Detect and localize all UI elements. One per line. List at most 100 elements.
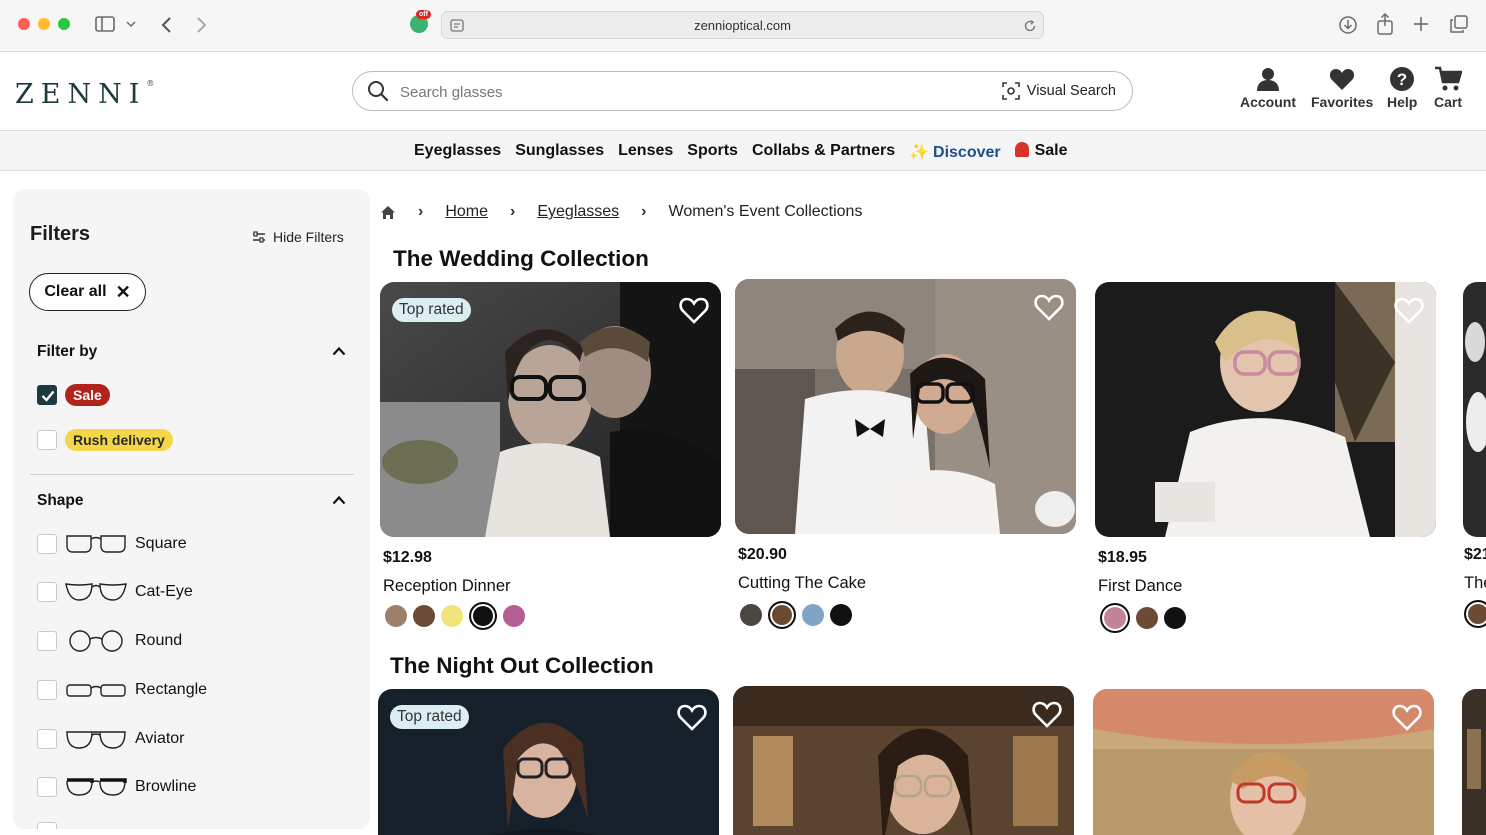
checkbox[interactable]: [37, 631, 57, 651]
chevron-down-icon[interactable]: [126, 21, 136, 28]
product-card[interactable]: [733, 686, 1074, 835]
extension-icon[interactable]: off: [410, 10, 431, 33]
product-price: $12.98: [383, 549, 432, 566]
checkbox[interactable]: [37, 777, 57, 797]
product-card[interactable]: Top rated $12.98 Reception Dinner: [380, 282, 721, 630]
shape-option-browline[interactable]: Browline: [37, 774, 196, 800]
product-photo[interactable]: [1095, 282, 1436, 537]
minimize-window-button[interactable]: [38, 18, 50, 30]
cat-eye-frame-icon: [65, 583, 127, 601]
account-button[interactable]: Account: [1240, 66, 1296, 110]
checkbox[interactable]: [37, 822, 57, 829]
nav-lenses[interactable]: Lenses: [618, 142, 673, 162]
downloads-icon[interactable]: [1338, 15, 1358, 35]
aviator-frame-icon: [66, 731, 126, 749]
search-input[interactable]: [400, 81, 960, 103]
product-card[interactable]: $20.90 Cutting The Cake: [735, 279, 1076, 629]
product-name[interactable]: The: [1464, 574, 1486, 593]
color-swatch-selected[interactable]: [1100, 603, 1130, 633]
rectangle-frame-icon: [66, 684, 126, 697]
zoom-window-button[interactable]: [58, 18, 70, 30]
color-swatch[interactable]: [1136, 607, 1158, 629]
product-photo[interactable]: Top rated: [380, 282, 721, 537]
color-swatch-selected[interactable]: [469, 602, 497, 630]
color-swatch[interactable]: [441, 605, 463, 627]
rush-delivery-checkbox[interactable]: [37, 430, 57, 450]
product-photo[interactable]: [1093, 689, 1434, 835]
product-name[interactable]: Cutting The Cake: [738, 574, 866, 593]
color-swatch[interactable]: [413, 605, 435, 627]
color-swatch[interactable]: [385, 605, 407, 627]
round-frame-icon: [69, 630, 123, 652]
back-icon[interactable]: [160, 16, 172, 34]
product-name[interactable]: First Dance: [1098, 577, 1182, 596]
new-tab-icon[interactable]: [1413, 16, 1429, 32]
product-name[interactable]: Reception Dinner: [383, 577, 511, 596]
nav-eyeglasses[interactable]: Eyeglasses: [414, 142, 501, 162]
close-window-button[interactable]: [18, 18, 30, 30]
product-photo[interactable]: [735, 279, 1076, 534]
shape-option-rectangle[interactable]: Rectangle: [37, 677, 207, 703]
hide-filters-button[interactable]: Hide Filters: [252, 229, 344, 245]
cart-button[interactable]: Cart: [1434, 66, 1462, 110]
product-card[interactable]: [1462, 689, 1486, 835]
checkbox[interactable]: [37, 534, 57, 554]
color-swatch-selected[interactable]: [768, 601, 796, 629]
address-bar[interactable]: zennioptical.com: [441, 11, 1044, 39]
favorite-heart-icon[interactable]: [679, 296, 709, 324]
visual-search-button[interactable]: Visual Search: [1001, 82, 1116, 100]
shape-option-round[interactable]: Round: [37, 628, 182, 654]
favorite-heart-icon[interactable]: [1034, 293, 1064, 321]
product-card[interactable]: Top rated: [378, 689, 719, 835]
checkbox[interactable]: [37, 582, 57, 602]
reload-icon[interactable]: [1023, 19, 1037, 33]
nav-sports[interactable]: Sports: [687, 142, 738, 162]
product-photo[interactable]: Top rated: [378, 689, 719, 835]
favorite-heart-icon[interactable]: [1032, 700, 1062, 728]
product-price: $18.95: [1098, 549, 1147, 566]
forward-icon[interactable]: [196, 16, 208, 34]
favorites-button[interactable]: Favorites: [1311, 66, 1373, 110]
checkbox[interactable]: [37, 680, 57, 700]
color-swatch[interactable]: [802, 604, 824, 626]
zenni-logo[interactable]: ZENNI®: [15, 79, 154, 110]
shape-option-square[interactable]: Square: [37, 531, 187, 557]
breadcrumb-home-link[interactable]: Home: [445, 203, 488, 221]
rush-delivery-tag: Rush delivery: [65, 429, 173, 451]
nav-sunglasses[interactable]: Sunglasses: [515, 142, 604, 162]
color-swatch[interactable]: [830, 604, 852, 626]
color-swatch[interactable]: [740, 604, 762, 626]
home-icon[interactable]: [380, 205, 396, 220]
shape-option-aviator[interactable]: Aviator: [37, 726, 185, 752]
nav-discover[interactable]: ✨ Discover: [909, 142, 1001, 162]
favorite-heart-icon[interactable]: [677, 703, 707, 731]
search-bar[interactable]: Visual Search: [352, 71, 1133, 111]
sidebar-toggle-icon[interactable]: [95, 16, 115, 32]
chevron-up-icon[interactable]: [332, 495, 346, 505]
product-card[interactable]: $18.95 First Dance: [1095, 282, 1436, 633]
cart-icon: [1435, 66, 1462, 91]
clear-all-label: Clear all: [44, 283, 107, 300]
favorite-heart-icon[interactable]: [1392, 703, 1422, 731]
chevron-up-icon[interactable]: [332, 346, 346, 356]
product-photo[interactable]: [733, 686, 1074, 835]
color-swatch[interactable]: [503, 605, 525, 627]
favorite-heart-icon[interactable]: [1394, 296, 1424, 324]
breadcrumb-eyeglasses-link[interactable]: Eyeglasses: [537, 203, 619, 221]
share-icon[interactable]: [1376, 13, 1394, 35]
product-card[interactable]: [1093, 689, 1434, 835]
nav-sale[interactable]: Sale: [1014, 142, 1068, 162]
nav-collabs[interactable]: Collabs & Partners: [752, 142, 895, 162]
help-button[interactable]: ? Help: [1387, 66, 1417, 110]
product-photo[interactable]: [1462, 689, 1486, 835]
product-photo[interactable]: [1463, 282, 1486, 537]
tab-overview-icon[interactable]: [1450, 15, 1468, 33]
color-swatch[interactable]: [1164, 607, 1186, 629]
clear-all-button[interactable]: Clear all ✕: [29, 273, 146, 311]
product-card[interactable]: $21 The: [1463, 282, 1486, 632]
shape-option-cat-eye[interactable]: Cat-Eye: [37, 579, 193, 605]
color-swatch-selected[interactable]: [1464, 600, 1486, 628]
sale-checkbox[interactable]: [37, 385, 57, 405]
checkbox[interactable]: [37, 729, 57, 749]
shape-option-more[interactable]: [37, 819, 65, 829]
